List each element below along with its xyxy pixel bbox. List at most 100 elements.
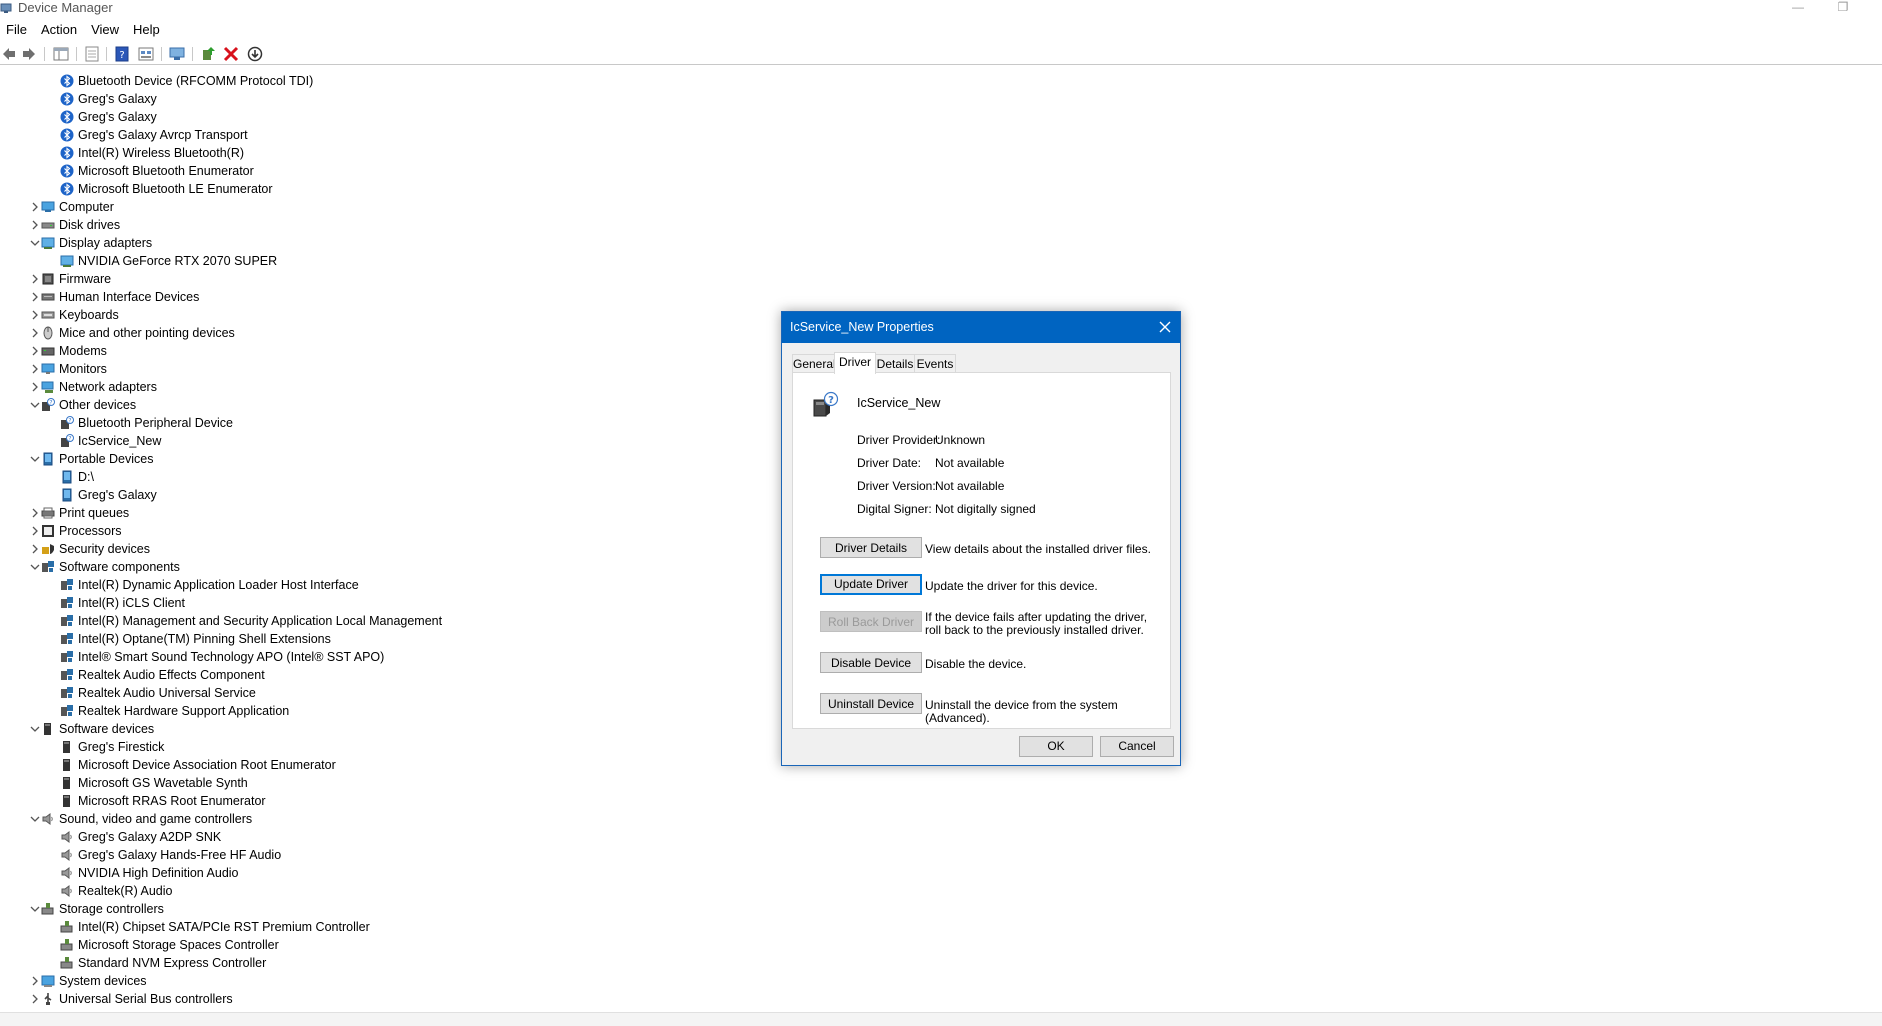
chevron-down-icon[interactable] <box>29 234 41 252</box>
window-title: Device Manager <box>18 0 113 15</box>
tree-item-label: Intel(R) Management and Security Applica… <box>78 614 443 628</box>
properties-dialog: IcService_New Properties General Driver … <box>781 311 1181 766</box>
driver-provider-value: Unknown <box>935 433 986 447</box>
speaker-icon <box>60 830 74 844</box>
chevron-right-icon[interactable] <box>29 216 41 234</box>
disk-drive-icon <box>41 218 55 232</box>
tree-item-label: Software devices <box>59 722 155 736</box>
chevron-right-icon[interactable] <box>29 288 41 306</box>
disable-device-button[interactable]: Disable Device <box>820 652 922 673</box>
display-adapter-icon <box>41 236 55 250</box>
svg-text:?: ? <box>119 50 124 61</box>
bluetooth-icon <box>60 146 74 160</box>
uninstall-device-button[interactable]: Uninstall Device <box>820 693 922 714</box>
chevron-right-icon[interactable] <box>29 990 41 1008</box>
tree-item-label: Intel® Smart Sound Technology APO (Intel… <box>78 650 385 664</box>
driver-version-value: Not available <box>935 479 1005 493</box>
chevron-down-icon[interactable] <box>29 720 41 738</box>
tab-events[interactable]: Events <box>914 354 956 373</box>
software-component-icon <box>60 650 74 664</box>
software-component-icon <box>60 596 74 610</box>
chevron-right-icon[interactable] <box>29 270 41 288</box>
speaker-icon <box>60 866 74 880</box>
disable-device-desc: Disable the device. <box>925 657 1027 671</box>
chevron-down-icon[interactable] <box>29 900 41 918</box>
driver-version-label: Driver Version: <box>857 479 936 493</box>
menu-action[interactable]: Action <box>34 20 84 40</box>
chevron-right-icon[interactable] <box>29 504 41 522</box>
keyboard-icon <box>41 308 55 322</box>
tree-item-label: Print queues <box>59 506 130 520</box>
chevron-right-icon[interactable] <box>29 324 41 342</box>
chevron-right-icon[interactable] <box>29 972 41 990</box>
driver-details-button[interactable]: Driver Details <box>820 537 922 558</box>
tab-general[interactable]: General <box>792 354 836 373</box>
tree-item-label: Microsoft Bluetooth Enumerator <box>78 164 254 178</box>
tree-item-label: Greg's Galaxy <box>78 488 157 502</box>
tree-item-label: Keyboards <box>59 308 119 322</box>
svg-text:?: ? <box>49 400 52 407</box>
update-driver-button[interactable]: Update Driver <box>820 574 922 595</box>
show-hide-console-tree-icon[interactable] <box>52 45 70 63</box>
resource-view-icon[interactable] <box>137 45 155 63</box>
menu-file[interactable]: File <box>0 20 34 40</box>
portable-device-icon <box>60 488 74 502</box>
chevron-right-icon[interactable] <box>29 378 41 396</box>
chevron-down-icon[interactable] <box>29 450 41 468</box>
tree-item-label: Bluetooth Device (RFCOMM Protocol TDI) <box>78 74 314 88</box>
forward-arrow-icon[interactable] <box>20 45 38 63</box>
uninstall-device-icon[interactable] <box>222 45 240 63</box>
tree-item-label: D:\ <box>78 470 94 484</box>
tree-item-label: Portable Devices <box>59 452 154 466</box>
chevron-right-icon[interactable] <box>29 198 41 216</box>
mouse-icon <box>41 326 55 340</box>
bluetooth-icon <box>60 74 74 88</box>
ok-button[interactable]: OK <box>1019 736 1093 757</box>
back-arrow-icon[interactable] <box>0 45 18 63</box>
tree-item-label: Microsoft RRAS Root Enumerator <box>78 794 266 808</box>
cancel-button[interactable]: Cancel <box>1100 736 1174 757</box>
status-bar <box>0 1012 1882 1026</box>
unknown-device-icon: ? <box>60 434 74 448</box>
menu-bar: File Action View Help <box>0 20 167 40</box>
chevron-down-icon[interactable] <box>29 396 41 414</box>
tree-item-label: Sound, video and game controllers <box>59 812 253 826</box>
tree-item-label: Greg's Firestick <box>78 740 165 754</box>
software-device-icon <box>60 794 74 808</box>
chevron-right-icon[interactable] <box>29 342 41 360</box>
disable-device-icon[interactable] <box>246 45 264 63</box>
toolbar: ? <box>0 44 1882 65</box>
bluetooth-icon <box>60 164 74 178</box>
portable-device-icon <box>41 452 55 466</box>
dialog-title-bar[interactable]: IcService_New Properties <box>782 312 1180 343</box>
minimize-button[interactable]: — <box>1788 0 1808 14</box>
chevron-right-icon[interactable] <box>29 540 41 558</box>
tree-item-label: Microsoft Storage Spaces Controller <box>78 938 279 952</box>
chevron-down-icon[interactable] <box>29 558 41 576</box>
svg-text:?: ? <box>828 395 834 406</box>
chevron-down-icon[interactable] <box>29 810 41 828</box>
help-icon[interactable]: ? <box>113 45 131 63</box>
roll-back-driver-desc: If the device fails after updating the d… <box>925 610 1148 637</box>
close-icon[interactable] <box>1158 320 1172 334</box>
device-name: IcService_New <box>857 396 941 410</box>
menu-help[interactable]: Help <box>126 20 167 40</box>
driver-tab-panel: ? IcService_New Driver Provider: Unknown… <box>792 372 1171 729</box>
chevron-right-icon[interactable] <box>29 360 41 378</box>
unknown-device-icon: ? <box>813 391 839 417</box>
driver-details-desc: View details about the installed driver … <box>925 542 1151 556</box>
restore-button[interactable]: ❐ <box>1833 0 1853 14</box>
chevron-right-icon[interactable] <box>29 522 41 540</box>
chevron-right-icon[interactable] <box>29 306 41 324</box>
scan-hardware-icon[interactable] <box>168 45 186 63</box>
svg-text:?: ? <box>68 436 71 443</box>
driver-date-value: Not available <box>935 456 1005 470</box>
update-driver-icon[interactable] <box>199 45 217 63</box>
menu-view[interactable]: View <box>84 20 126 40</box>
tab-details[interactable]: Details <box>874 354 916 373</box>
bluetooth-icon <box>60 128 74 142</box>
properties-icon[interactable] <box>83 45 101 63</box>
system-device-icon <box>41 974 55 988</box>
security-device-icon <box>41 542 55 556</box>
tab-driver[interactable]: Driver <box>834 352 876 374</box>
